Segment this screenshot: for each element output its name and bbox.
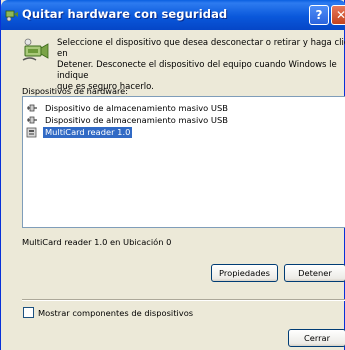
list-item[interactable]: Dispositivo de almacenamiento masivo USB	[26, 114, 230, 126]
show-components-row[interactable]: Mostrar componentes de dispositivos	[23, 307, 193, 318]
device-label: MultiCard reader 1.0	[43, 126, 133, 138]
device-location-text: MultiCard reader 1.0 en Ubicación 0	[22, 237, 172, 247]
help-button[interactable]: ?	[309, 5, 329, 25]
safely-remove-hardware-icon	[5, 10, 18, 22]
dialog-window: Quitar hardware con seguridad ? ✕ Selecc…	[0, 0, 345, 350]
list-item-selected[interactable]: MultiCard reader 1.0	[26, 126, 133, 138]
show-components-checkbox[interactable]	[23, 307, 34, 318]
card-reader-icon	[26, 127, 37, 137]
device-label: Dispositivo de almacenamiento masivo USB	[45, 102, 228, 113]
usb-plug-icon	[27, 104, 37, 111]
close-window-button[interactable]: ✕	[331, 5, 345, 25]
title-bar[interactable]: Quitar hardware con seguridad ? ✕	[1, 0, 345, 30]
safely-remove-hardware-icon	[22, 38, 49, 61]
device-label: Dispositivo de almacenamiento masivo USB	[45, 114, 228, 125]
usb-plug-icon	[27, 116, 37, 123]
stop-button[interactable]: Detener	[284, 264, 345, 282]
window-title: Quitar hardware con seguridad	[22, 7, 228, 21]
close-button[interactable]: Cerrar	[288, 329, 345, 347]
divider	[22, 299, 345, 301]
devices-label: Dispositivos de hardware:	[22, 86, 128, 96]
properties-button[interactable]: Propiedades	[211, 264, 278, 282]
list-item[interactable]: Dispositivo de almacenamiento masivo USB	[26, 102, 230, 114]
show-components-label[interactable]: Mostrar componentes de dispositivos	[38, 308, 193, 318]
instructions-text: Seleccione el dispositivo que desea desc…	[57, 38, 345, 92]
device-list[interactable]: Dispositivo de almacenamiento masivo USB…	[22, 96, 345, 228]
